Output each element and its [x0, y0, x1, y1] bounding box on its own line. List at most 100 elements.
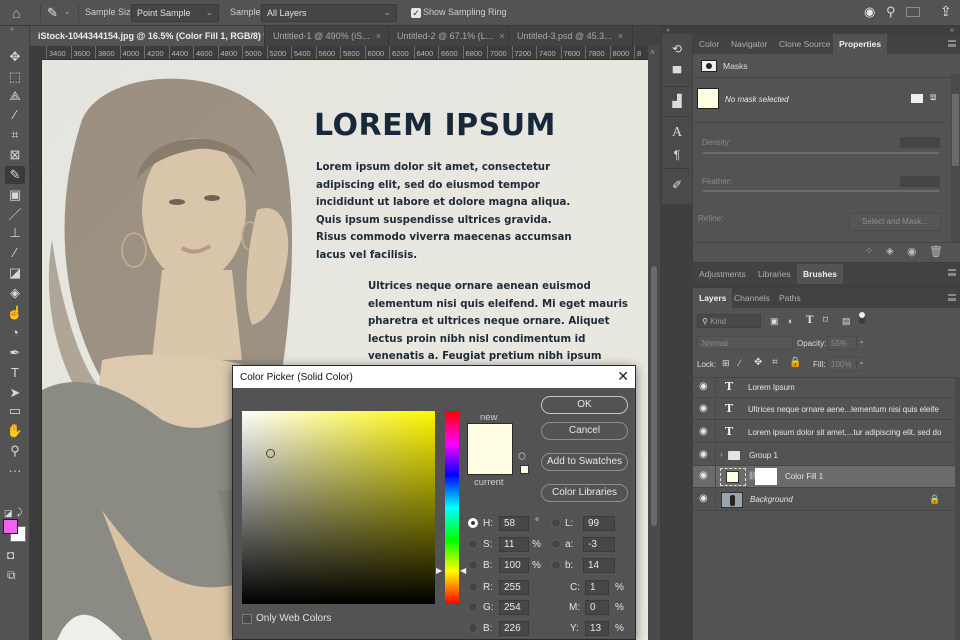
lock-artboard-icon[interactable]: ⌗ — [772, 357, 778, 368]
canvas-vertical-scrollbar[interactable]: ˄ — [648, 46, 660, 640]
collapse-icons-icon[interactable]: « — [666, 27, 670, 34]
tab-navigator[interactable]: Navigator — [725, 34, 773, 54]
hue-slider-right-arrow-icon[interactable]: ◀ — [460, 566, 466, 575]
document-tab-active[interactable]: iStock-1044344154.jpg @ 16.5% (Color Fil… — [30, 26, 265, 46]
search-icon[interactable]: ⚲ — [886, 4, 896, 20]
sample-size-select[interactable]: Point Sample ⌄ — [131, 4, 219, 22]
saturation-brightness-field[interactable] — [242, 411, 435, 604]
web-safe-color-chip[interactable] — [520, 465, 529, 474]
spot-healing-tool[interactable]: ▣ — [5, 186, 25, 204]
cyan-input[interactable]: 1 — [585, 580, 609, 595]
layers-scrollbar[interactable] — [955, 377, 960, 640]
eraser-tool[interactable]: ◪ — [5, 264, 25, 282]
type-tool[interactable]: T — [5, 364, 25, 382]
hue-slider-left-arrow-icon[interactable]: ▶ — [436, 566, 442, 575]
only-web-colors-checkbox[interactable] — [242, 614, 252, 624]
properties-scrollbar[interactable] — [951, 74, 960, 242]
character-icon[interactable]: A — [667, 124, 687, 142]
default-colors-icon[interactable]: ◪ — [4, 508, 13, 519]
filter-shape-icon[interactable]: ⌑ — [823, 315, 828, 326]
load-selection-icon[interactable]: ⁘ — [865, 246, 873, 257]
move-tool[interactable]: ✥ — [5, 48, 25, 66]
cancel-button[interactable]: Cancel — [541, 422, 628, 440]
green-input[interactable]: 254 — [499, 600, 529, 615]
a-channel-radio[interactable] — [551, 539, 561, 549]
red-radio[interactable] — [468, 582, 478, 592]
lock-position-icon[interactable]: ✥ — [754, 357, 762, 368]
red-input[interactable]: 255 — [499, 580, 529, 595]
marquee-tool[interactable]: ⬚ — [5, 68, 25, 86]
layer-row[interactable]: ◉ T Ultrices neque ornare aene...lementu… — [693, 399, 955, 420]
brush-tool[interactable]: ／ — [5, 206, 25, 224]
web-safe-warning-icon[interactable]: ⬡ — [518, 451, 526, 462]
expand-panels-icon[interactable]: » — [950, 27, 954, 34]
visibility-eye-icon[interactable]: ◉ — [699, 404, 710, 414]
close-icon[interactable]: ✕ — [617, 368, 629, 385]
home-icon[interactable]: ⌂ — [12, 5, 20, 21]
tab-adjustments[interactable]: Adjustments — [693, 264, 752, 284]
blend-mode-select[interactable]: Normal — [697, 336, 793, 350]
scroll-up-icon[interactable]: ˄ — [650, 48, 655, 57]
workspace-icon[interactable] — [906, 7, 920, 17]
add-pixel-mask-icon[interactable] — [911, 94, 923, 103]
hue-radio[interactable] — [468, 518, 478, 528]
filter-toggle[interactable] — [859, 312, 865, 324]
lock-all-icon[interactable]: 🔒 — [789, 357, 801, 368]
filter-type-icon[interactable]: T — [806, 315, 813, 326]
eyedropper-icon[interactable]: ✎ — [47, 5, 58, 21]
tab-libraries[interactable]: Libraries — [752, 264, 797, 284]
filter-pixel-icon[interactable]: ▣ — [770, 316, 779, 327]
rectangle-tool[interactable]: ▭ — [5, 402, 25, 420]
visibility-eye-icon[interactable]: ◉ — [699, 471, 710, 481]
tab-properties[interactable]: Properties — [833, 34, 888, 54]
opacity-input[interactable]: 55% — [827, 336, 857, 350]
color-field-cursor[interactable] — [266, 449, 275, 458]
learn-icon[interactable]: ◉ — [864, 4, 875, 20]
layer-row[interactable]: ◉ T Lorem Ipsum — [693, 377, 955, 398]
hue-input[interactable]: 58 — [499, 516, 529, 531]
close-tab-icon[interactable]: × — [376, 31, 381, 41]
document-tab[interactable]: Untitled-2 @ 67.1% (L... × — [389, 26, 509, 46]
tab-paths[interactable]: Paths — [773, 288, 807, 308]
tab-clone-source[interactable]: Clone Source — [773, 34, 837, 54]
path-selection-tool[interactable]: ➤ — [5, 384, 25, 402]
scrollbar-thumb[interactable] — [651, 266, 657, 526]
lock-transparent-icon[interactable]: ⊞ — [722, 358, 730, 369]
filter-smart-object-icon[interactable]: ▤ — [842, 316, 851, 327]
expand-toolbar-icon[interactable]: » — [10, 26, 14, 33]
hand-tool[interactable]: ✋ — [5, 422, 25, 440]
tab-color[interactable]: Color — [693, 34, 725, 54]
layer-row-group[interactable]: ◉ › Group 1 — [693, 445, 955, 466]
add-vector-mask-icon[interactable]: ⧈ — [930, 92, 936, 103]
share-icon[interactable]: ⇪ — [940, 3, 952, 20]
add-to-swatches-button[interactable]: Add to Swatches — [541, 453, 628, 471]
hue-slider[interactable] — [445, 411, 459, 604]
clone-stamp-tool[interactable]: ⊥ — [5, 224, 25, 242]
magic-wand-tool[interactable]: ⁄ — [5, 106, 25, 124]
magenta-input[interactable]: 0 — [585, 600, 609, 615]
panel-menu-icon[interactable] — [948, 294, 956, 301]
panel-menu-icon[interactable] — [948, 269, 956, 276]
filter-adjustment-icon[interactable]: ◐ — [788, 316, 793, 326]
visibility-eye-icon[interactable]: ◉ — [699, 450, 710, 460]
history-brush-tool[interactable]: ⁄ — [5, 244, 25, 262]
brightness-input[interactable]: 100 — [499, 558, 529, 573]
swap-colors-icon[interactable]: ⤸ — [17, 507, 22, 518]
lightness-radio[interactable] — [551, 518, 561, 528]
lightness-input[interactable]: 99 — [583, 516, 615, 531]
dodge-tool[interactable]: ◔ — [5, 324, 25, 342]
yellow-input[interactable]: 13 — [585, 621, 609, 636]
visibility-icon[interactable]: ◉ — [907, 245, 917, 258]
layer-row-selected[interactable]: ◉ ⛓ Color Fill 1 — [693, 466, 955, 488]
close-tab-icon[interactable]: × — [618, 31, 623, 41]
green-radio[interactable] — [468, 602, 478, 612]
layer-row[interactable]: ◉ Background 🔒 — [693, 489, 955, 511]
lock-image-icon[interactable]: ⁄ — [739, 358, 741, 368]
layer-row[interactable]: ◉ T Lorem ipsum dolor sit amet,...tur ad… — [693, 422, 955, 443]
actions-icon[interactable]: ▀ — [667, 64, 687, 82]
close-tab-icon[interactable]: × — [499, 31, 504, 41]
brightness-radio[interactable] — [468, 560, 478, 570]
document-tab[interactable]: Untitled-3.psd @ 45.3... × — [509, 26, 633, 46]
show-sampling-ring-checkbox[interactable]: ✓ — [411, 8, 421, 18]
color-libraries-button[interactable]: Color Libraries — [541, 484, 628, 502]
